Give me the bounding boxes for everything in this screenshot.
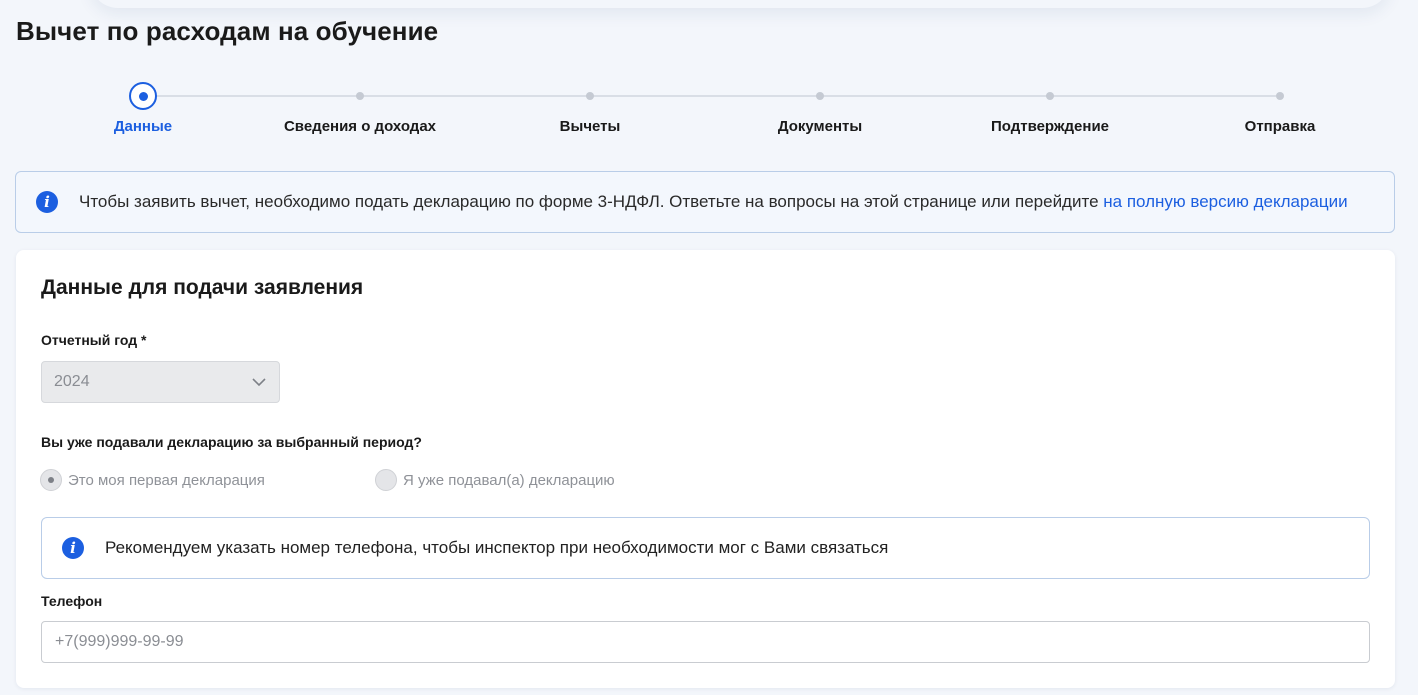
phone-tip-text: Рекомендуем указать номер телефона, чтоб… (105, 538, 889, 557)
chevron-down-icon (252, 378, 266, 387)
stepper: Данные Сведения о доходах Вычеты Докумен… (0, 80, 1418, 140)
phone-label: Телефон (41, 593, 103, 609)
top-header-shadow (90, 0, 1390, 8)
radio-label: Это моя первая декларация (68, 471, 265, 489)
step-send[interactable]: Отправка (1160, 80, 1400, 135)
step-income[interactable]: Сведения о доходах (240, 80, 480, 135)
year-select[interactable]: 2024 (41, 361, 280, 403)
step-label: Документы (777, 118, 863, 135)
declaration-question: Вы уже подавали декларацию за выбранный … (41, 434, 422, 450)
info-icon: i (36, 191, 58, 213)
step-label: Данные (113, 118, 173, 135)
radio-label: Я уже подавал(а) декларацию (403, 471, 615, 489)
step-dot (356, 92, 364, 100)
step-dot (586, 92, 594, 100)
info-banner: i Чтобы заявить вычет, необходимо подать… (15, 171, 1395, 233)
full-declaration-link[interactable]: на полную версию декларации (1103, 192, 1347, 211)
step-label: Вычеты (559, 118, 621, 135)
radio-button-checked[interactable] (40, 469, 62, 491)
page-title: Вычет по расходам на обучение (16, 16, 439, 46)
step-dot (1276, 92, 1284, 100)
step-dot (1046, 92, 1054, 100)
year-select-value: 2024 (54, 373, 90, 390)
step-label: Подтверждение (990, 118, 1110, 135)
step-label: Отправка (1244, 118, 1316, 135)
phone-tip-banner: i Рекомендуем указать номер телефона, чт… (41, 517, 1370, 579)
step-documents[interactable]: Документы (700, 80, 940, 135)
phone-input[interactable] (41, 621, 1370, 663)
form-title: Данные для подачи заявления (41, 276, 364, 299)
info-banner-text: Чтобы заявить вычет, необходимо подать д… (79, 192, 1348, 212)
step-data[interactable]: Данные (23, 80, 263, 135)
step-active-indicator (129, 82, 157, 110)
info-icon: i (62, 537, 84, 559)
application-form-card: Данные для подачи заявления Отчетный год… (16, 250, 1395, 688)
step-dot (816, 92, 824, 100)
radio-first-declaration[interactable]: Это моя первая декларация (40, 469, 265, 491)
step-deductions[interactable]: Вычеты (470, 80, 710, 135)
info-banner-message: Чтобы заявить вычет, необходимо подать д… (79, 192, 1104, 211)
year-label: Отчетный год * (41, 332, 147, 348)
step-label: Сведения о доходах (283, 118, 437, 135)
radio-button[interactable] (375, 469, 397, 491)
radio-already-filed[interactable]: Я уже подавал(а) декларацию (375, 469, 615, 491)
step-confirmation[interactable]: Подтверждение (930, 80, 1170, 135)
